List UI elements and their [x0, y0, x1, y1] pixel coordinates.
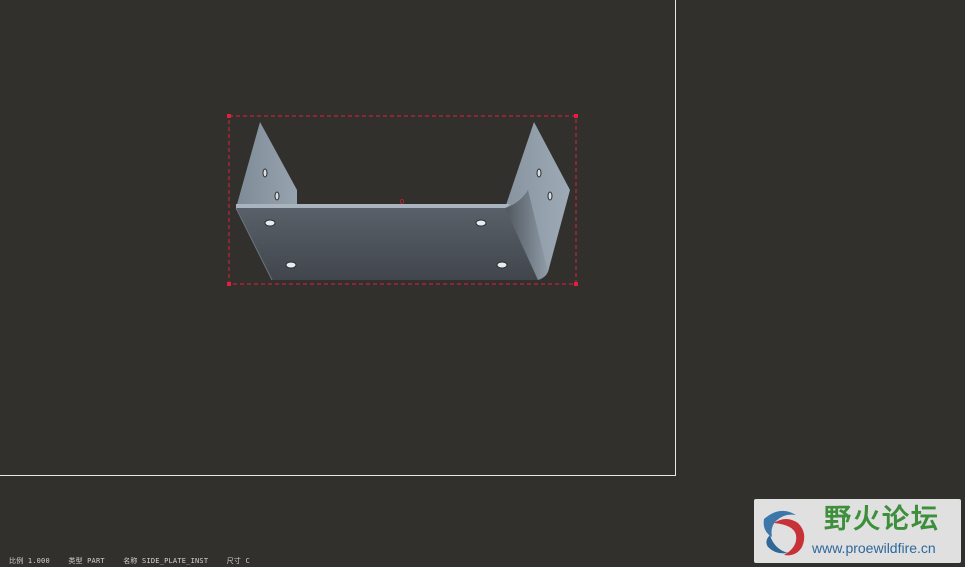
status-bar: 比例 1.000 类型 PART 名称 SIDE_PLATE_INST 尺寸 C [9, 557, 264, 567]
hole [285, 261, 297, 269]
hole [536, 168, 542, 178]
selection-handle[interactable] [574, 282, 578, 286]
graphics-window[interactable]: 0 比例 1.000 类型 PART 名称 SIDE_PLATE_INST 尺寸… [0, 0, 965, 567]
swirl-logo-icon [763, 510, 805, 556]
hole [547, 191, 553, 201]
selection-handle[interactable] [574, 114, 578, 118]
watermark-url: www.proewildfire.cn [812, 540, 936, 556]
selection-handle[interactable] [227, 114, 231, 118]
front-face [236, 208, 548, 280]
part-model-view[interactable]: 0 [0, 0, 965, 567]
watermark-badge: 野火论坛 www.proewildfire.cn [754, 499, 961, 563]
center-marker: 0 [400, 198, 404, 206]
status-type: 类型 PART [68, 557, 105, 565]
selection-handle[interactable] [227, 282, 231, 286]
hole [496, 261, 508, 269]
status-size: 尺寸 C [226, 557, 250, 565]
status-scale: 比例 1.000 [9, 557, 50, 565]
status-name: 名称 SIDE_PLATE_INST [123, 557, 209, 565]
hole [475, 219, 487, 227]
hole [262, 168, 268, 178]
left-flange [236, 122, 297, 208]
hole [274, 191, 280, 201]
hole [264, 219, 276, 227]
watermark-title: 野火论坛 [824, 504, 940, 535]
